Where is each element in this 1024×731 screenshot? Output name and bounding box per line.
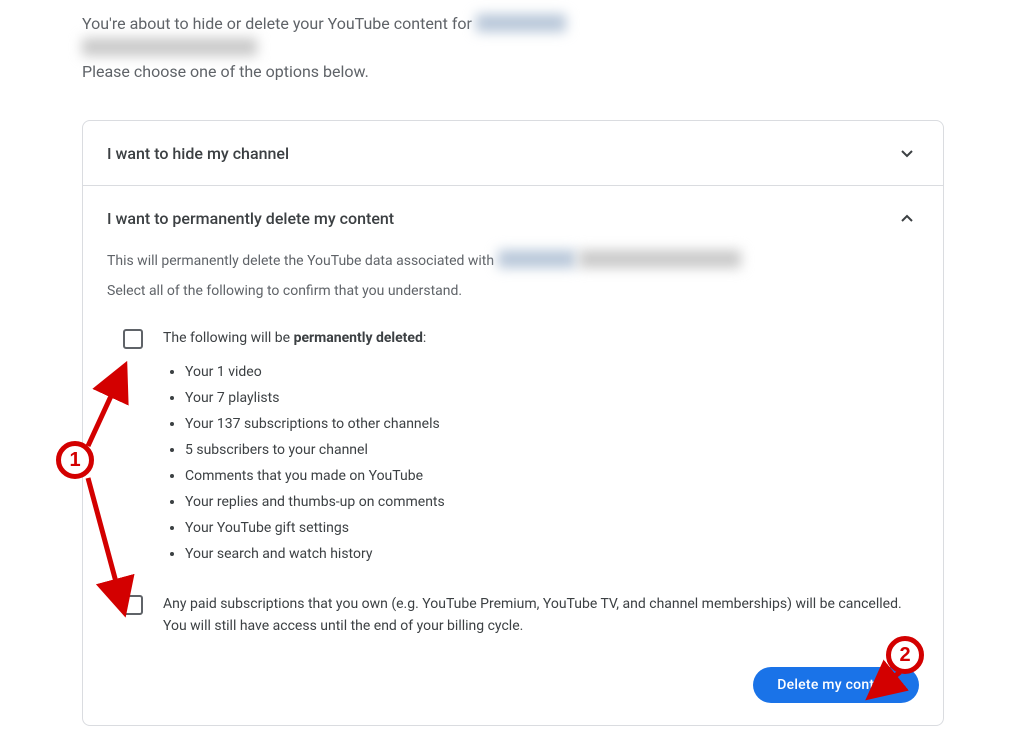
confirm-block-2: Any paid subscriptions that you own (e.g… bbox=[107, 593, 919, 637]
redacted-channel-name bbox=[476, 14, 566, 32]
hide-channel-title: I want to hide my channel bbox=[107, 144, 289, 163]
list-item: Your 137 subscriptions to other channels bbox=[185, 411, 919, 437]
redacted-email-2 bbox=[579, 250, 741, 268]
delete-items-list: Your 1 video Your 7 playlists Your 137 s… bbox=[163, 359, 919, 567]
list-item: Comments that you made on YouTube bbox=[185, 463, 919, 489]
list-item: Your 1 video bbox=[185, 359, 919, 385]
intro-line3: Please choose one of the options below. bbox=[82, 60, 944, 84]
hide-channel-section: I want to hide my channel bbox=[83, 121, 943, 185]
list-item: Your replies and thumbs-up on comments bbox=[185, 489, 919, 515]
confirm1-lead: The following will be permanently delete… bbox=[163, 327, 919, 349]
chevron-up-icon bbox=[895, 206, 919, 230]
confirm-checkbox-1[interactable] bbox=[123, 329, 143, 349]
list-item: 5 subscribers to your channel bbox=[185, 437, 919, 463]
delete-desc: This will permanently delete the YouTube… bbox=[107, 250, 919, 271]
delete-content-title: I want to permanently delete my content bbox=[107, 209, 394, 228]
chevron-down-icon bbox=[895, 141, 919, 165]
select-all-text: Select all of the following to confirm t… bbox=[107, 281, 919, 301]
redacted-channel-name-2 bbox=[498, 250, 576, 268]
list-item: Your YouTube gift settings bbox=[185, 515, 919, 541]
delete-my-content-button[interactable]: Delete my content bbox=[753, 667, 919, 703]
options-card: I want to hide my channel I want to perm… bbox=[82, 120, 944, 726]
intro-text: You're about to hide or delete your YouT… bbox=[82, 12, 944, 84]
list-item: Your search and watch history bbox=[185, 541, 919, 567]
intro-line1-prefix: You're about to hide or delete your YouT… bbox=[82, 14, 476, 33]
delete-desc-prefix: This will permanently delete the YouTube… bbox=[107, 253, 498, 269]
confirm2-text: Any paid subscriptions that you own (e.g… bbox=[163, 593, 919, 637]
list-item: Your 7 playlists bbox=[185, 385, 919, 411]
delete-content-section: I want to permanently delete my content … bbox=[83, 185, 943, 725]
redacted-email bbox=[82, 38, 257, 56]
hide-channel-header[interactable]: I want to hide my channel bbox=[83, 121, 943, 185]
confirm-checkbox-2[interactable] bbox=[123, 595, 143, 615]
delete-content-header[interactable]: I want to permanently delete my content bbox=[83, 186, 943, 250]
confirm-block-1: The following will be permanently delete… bbox=[107, 327, 919, 567]
